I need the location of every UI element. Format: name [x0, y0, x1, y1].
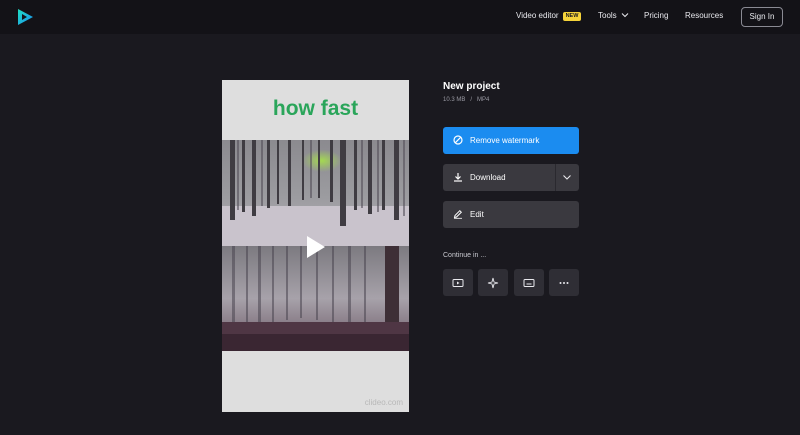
pencil-icon — [453, 209, 463, 219]
chevron-down-icon — [621, 13, 629, 18]
file-size: 10.3 MB — [443, 97, 466, 103]
continue-video-player-button[interactable] — [443, 269, 473, 296]
nav-tools-label: Tools — [598, 11, 617, 20]
play-icon[interactable] — [305, 234, 327, 260]
nav-video-editor-label: Video editor — [516, 11, 559, 20]
prohibited-icon — [453, 135, 463, 145]
download-label: Download — [470, 173, 506, 182]
video-frame-misty-forest — [222, 246, 409, 351]
project-title: New project — [443, 81, 500, 92]
edit-label: Edit — [470, 210, 484, 219]
download-icon — [454, 173, 462, 182]
nav-video-editor[interactable]: Video editor NEW — [516, 11, 582, 21]
file-format: MP4 — [477, 97, 490, 103]
edit-button[interactable]: Edit — [443, 201, 579, 228]
nav-tools[interactable]: Tools — [598, 11, 629, 20]
top-nav-bar: Video editor NEW Tools Pricing Resources … — [0, 0, 800, 34]
video-player-icon — [452, 279, 464, 287]
button-divider — [555, 164, 556, 191]
video-preview[interactable]: how fast clideo.com — [222, 80, 409, 412]
sparkle-icon — [487, 277, 499, 289]
more-dots-icon — [559, 282, 569, 284]
sign-in-button[interactable]: Sign In — [741, 7, 783, 27]
project-meta: 10.3 MB / MP4 — [443, 97, 489, 103]
continue-in-label: Continue in ... — [443, 252, 487, 259]
remove-watermark-button[interactable]: Remove watermark — [443, 127, 579, 154]
new-badge: NEW — [562, 12, 582, 21]
video-frame-snowy-forest — [222, 140, 409, 246]
video-caption: how fast — [272, 97, 359, 120]
continue-effects-button[interactable] — [478, 269, 508, 296]
continue-more-button[interactable] — [549, 269, 579, 296]
subtitles-icon — [523, 279, 535, 287]
nav-resources[interactable]: Resources — [685, 11, 723, 20]
download-button[interactable]: Download — [443, 164, 579, 191]
chevron-down-icon[interactable] — [562, 174, 572, 181]
app-logo-icon[interactable] — [15, 7, 35, 27]
remove-watermark-label: Remove watermark — [470, 136, 540, 145]
continue-subtitles-button[interactable] — [514, 269, 544, 296]
meta-separator: / — [470, 97, 473, 103]
video-watermark: clideo.com — [364, 398, 403, 407]
nav-pricing[interactable]: Pricing — [644, 11, 668, 20]
